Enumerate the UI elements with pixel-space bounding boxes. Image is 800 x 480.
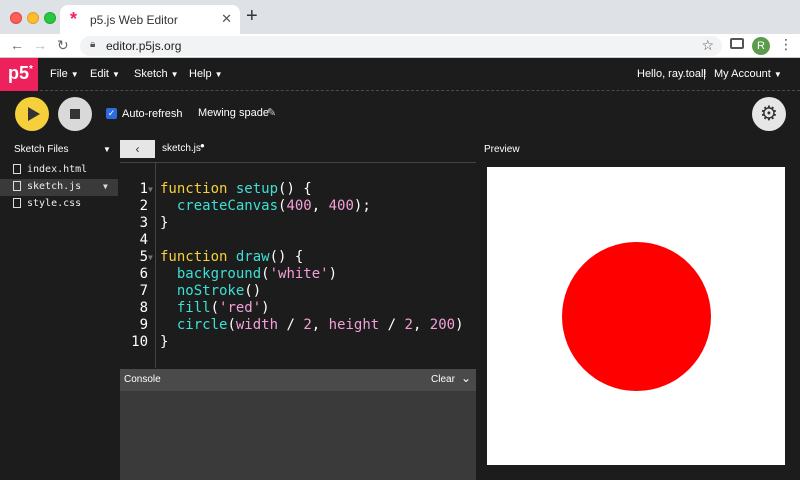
fold-arrow-icon[interactable]: ▼ <box>148 249 153 266</box>
code-line[interactable]: 9 circle(width / 2, height / 2, 200) <box>120 317 476 334</box>
menu-help[interactable]: Help ▼ <box>189 68 223 80</box>
menu-sketch[interactable]: Sketch ▼ <box>134 68 179 80</box>
code-text: circle(width / 2, height / 2, 200) <box>176 317 464 333</box>
line-number: 5 <box>139 249 148 265</box>
menu-edit[interactable]: Edit ▼ <box>90 68 120 80</box>
console-header: Console Clear ⌄ <box>120 369 476 391</box>
settings-gear-icon[interactable]: ⚙ <box>752 97 786 131</box>
url-text[interactable]: editor.p5js.org <box>106 39 181 53</box>
file-item-index-html[interactable]: index.html <box>0 162 118 179</box>
code-line[interactable]: 4 <box>120 232 476 249</box>
code-line[interactable]: 1 ▼ function setup() { <box>120 181 476 198</box>
preview-canvas[interactable] <box>487 167 785 465</box>
code-line[interactable]: 6 background('white') <box>120 266 476 283</box>
line-number: 4 <box>139 232 148 248</box>
line-number: 9 <box>139 317 148 333</box>
red-circle <box>561 241 711 391</box>
file-item-style-css[interactable]: style.css <box>0 196 118 213</box>
browser-tab-bar: * p5.js Web Editor ✕ + <box>0 0 800 34</box>
code-line[interactable]: 7 noStroke() <box>120 283 476 300</box>
editor-file-tab: sketch.js <box>162 143 201 154</box>
code-text: fill('red') <box>176 300 270 316</box>
line-number: 6 <box>139 266 148 282</box>
line-number: 8 <box>139 300 148 316</box>
file-options-icon[interactable]: ▼ <box>103 182 108 191</box>
code-line[interactable]: 5 ▼ function draw() { <box>120 249 476 266</box>
chevron-down-icon: ▼ <box>111 70 120 79</box>
line-number: 10 <box>131 334 148 350</box>
chevron-down-icon: ▼ <box>170 70 179 79</box>
line-number: 2 <box>139 198 148 214</box>
user-greeting: Hello, ray.toal! <box>637 68 707 80</box>
sidebar-header: Sketch Files <box>14 144 69 155</box>
console-clear-button[interactable]: Clear <box>431 374 455 385</box>
code-text: function draw() { <box>160 249 304 265</box>
chevron-down-icon: ▼ <box>70 70 79 79</box>
play-button[interactable] <box>15 97 49 131</box>
sketch-files-sidebar: Sketch Files ▼ index.html sketch.js ▼ st… <box>0 138 118 480</box>
line-number: 7 <box>139 283 148 299</box>
code-line[interactable]: 3} <box>120 215 476 232</box>
code-text: background('white') <box>176 266 338 282</box>
maximize-window-button[interactable] <box>44 12 56 24</box>
cast-icon[interactable] <box>730 38 744 49</box>
code-line[interactable]: 2 createCanvas(400, 400); <box>120 198 476 215</box>
app-nav: p5* File ▼ Edit ▼ Sketch ▼ Help ▼ Hello, ray… <box>0 58 800 91</box>
menu-file[interactable]: File ▼ <box>50 68 79 80</box>
code-editor[interactable]: 1 ▼ function setup() {2 createCanvas(400, … <box>120 162 476 368</box>
fold-arrow-icon[interactable]: ▼ <box>148 181 153 198</box>
sketch-toolbar: ✓ Auto-refresh Mewing spade ✎ ⚙ <box>0 91 800 138</box>
auto-refresh-label[interactable]: Auto-refresh <box>122 108 183 120</box>
chevron-down-icon[interactable]: ⌄ <box>461 371 471 385</box>
nav-separator: | <box>703 68 706 80</box>
tab-title: p5.js Web Editor <box>90 13 178 27</box>
address-bar[interactable]: 🔒︎ editor.p5js.org ☆ <box>80 36 722 56</box>
code-line[interactable]: 10} <box>120 334 476 351</box>
back-icon[interactable]: ← <box>10 36 24 54</box>
new-tab-icon[interactable]: + <box>246 6 258 26</box>
my-account-menu[interactable]: My Account ▼ <box>714 68 782 80</box>
sketch-name[interactable]: Mewing spade <box>198 107 269 119</box>
forward-icon[interactable]: → <box>33 36 47 54</box>
profile-avatar[interactable]: R <box>752 37 770 55</box>
file-item-sketch-js[interactable]: sketch.js ▼ <box>0 179 118 196</box>
code-text: } <box>160 215 169 231</box>
minimize-window-button[interactable] <box>27 12 39 24</box>
p5-asterisk-icon: * <box>70 9 78 29</box>
unsaved-dot-icon: ● <box>200 141 205 150</box>
code-line[interactable]: 8 fill('red') <box>120 300 476 317</box>
preview-label: Preview <box>484 144 520 155</box>
code-text: } <box>160 334 169 350</box>
code-text: noStroke() <box>176 283 262 299</box>
chevron-down-icon: ▼ <box>214 70 223 79</box>
stop-button[interactable] <box>58 97 92 131</box>
collapse-sidebar-button[interactable]: ‹ <box>120 140 155 158</box>
reload-icon[interactable]: ↻ <box>57 36 69 54</box>
pencil-icon[interactable]: ✎ <box>267 106 276 119</box>
console-output <box>120 391 476 480</box>
file-icon <box>13 164 21 174</box>
p5-logo[interactable]: p5* <box>0 58 38 91</box>
chevron-down-icon: ▼ <box>773 70 782 79</box>
browser-toolbar: ← → ↻ 🔒︎ editor.p5js.org ☆ R ⋮ <box>0 34 800 58</box>
sidebar-options-icon[interactable]: ▼ <box>103 145 111 154</box>
line-number: 1 <box>139 181 148 197</box>
file-icon <box>13 181 21 191</box>
more-options-icon[interactable]: ⋮ <box>779 36 793 53</box>
file-icon <box>13 198 21 208</box>
close-window-button[interactable] <box>10 12 22 24</box>
bookmark-star-icon[interactable]: ☆ <box>701 37 714 54</box>
auto-refresh-checkbox[interactable]: ✓ <box>106 108 117 119</box>
console-title: Console <box>124 374 161 385</box>
browser-tab[interactable]: * p5.js Web Editor ✕ <box>60 5 240 34</box>
lock-icon: 🔒︎ <box>90 39 96 50</box>
line-number: 3 <box>139 215 148 231</box>
code-text: function setup() { <box>160 181 312 197</box>
code-text: createCanvas(400, 400); <box>176 198 371 214</box>
close-tab-icon[interactable]: ✕ <box>221 11 232 27</box>
